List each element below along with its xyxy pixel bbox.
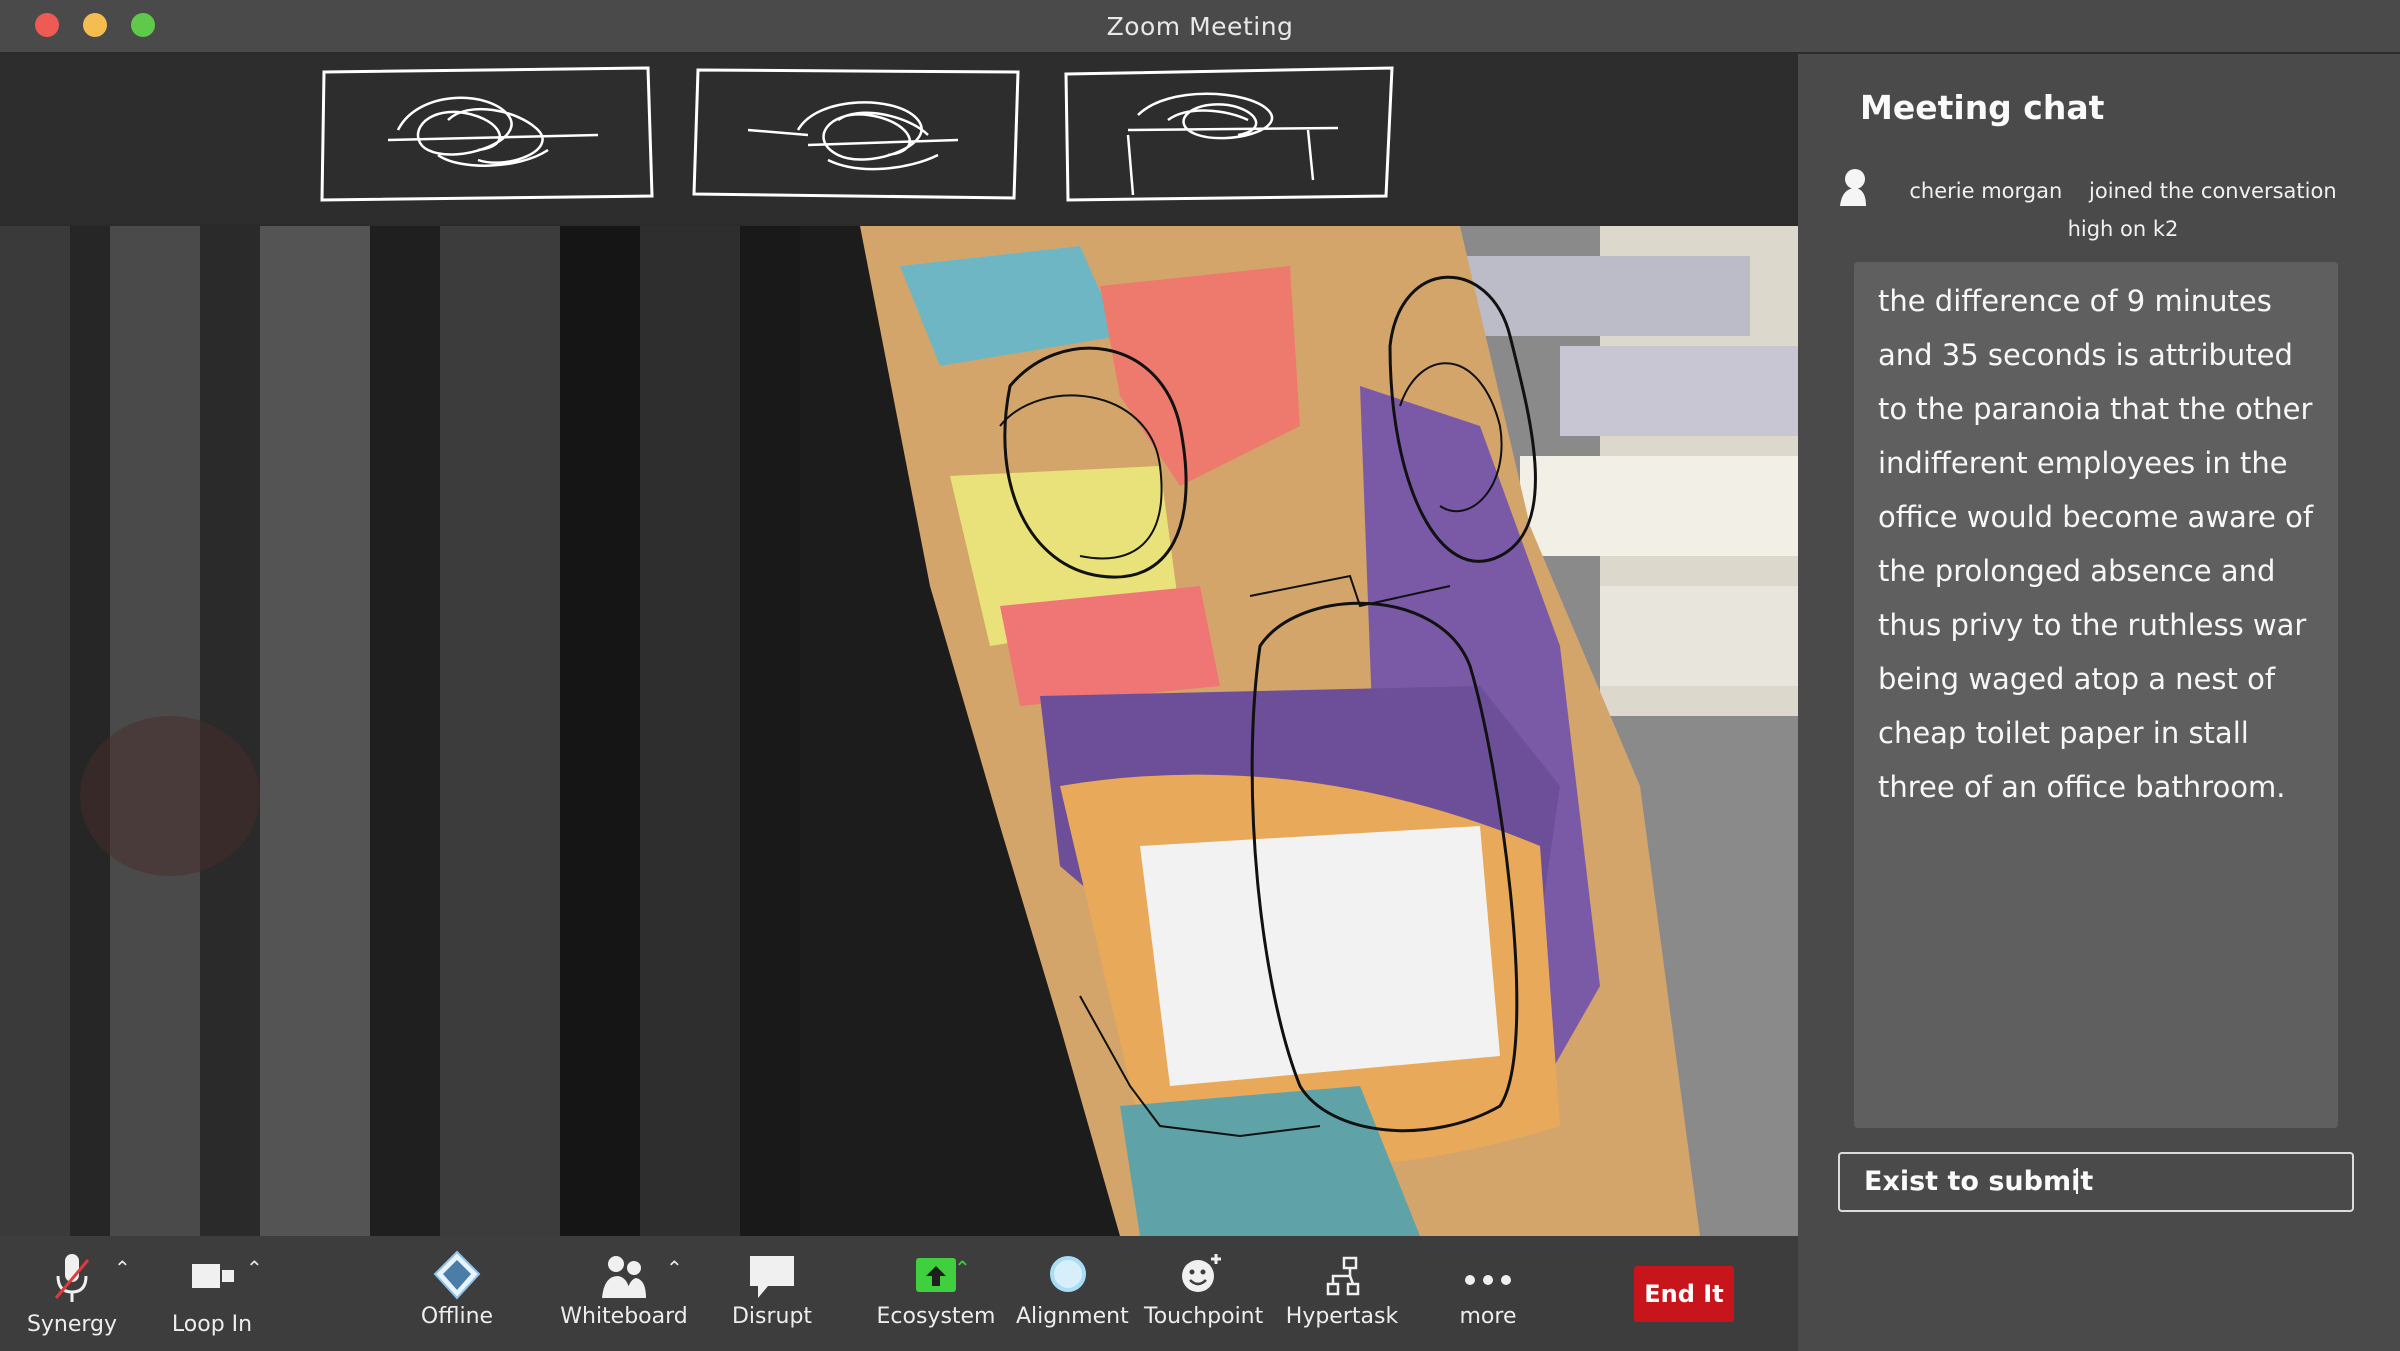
scribble-face-thumbnail-icon xyxy=(692,68,1020,200)
join-text: cherie morgan joined the conversation hi… xyxy=(1868,172,2378,248)
whiteboard-options-chevron-up-icon[interactable]: ⌃ xyxy=(666,1256,683,1280)
synergy-options-chevron-up-icon[interactable]: ⌃ xyxy=(114,1256,131,1280)
ecosystem-label: Ecosystem xyxy=(876,1304,996,1329)
join-user-name: cherie morgan xyxy=(1909,179,2063,203)
ecosystem-button[interactable]: Ecosystem xyxy=(876,1236,996,1351)
participant-thumbnail-3[interactable] xyxy=(1058,60,1398,205)
active-speaker-video[interactable] xyxy=(0,226,1798,1236)
title-bar: Zoom Meeting xyxy=(0,0,2400,54)
ecosystem-options-chevron-up-icon[interactable]: ⌃ xyxy=(954,1256,971,1280)
offline-label: Offline xyxy=(420,1304,494,1329)
loop-in-label: Loop In xyxy=(171,1312,253,1337)
painted-scream-face-image xyxy=(0,226,1798,1236)
join-action: joined the conversation xyxy=(2089,179,2337,203)
chat-message-box: the difference of 9 minutes and 35 secon… xyxy=(1854,262,2338,1128)
more-label: more xyxy=(1459,1304,1517,1329)
hierarchy-icon xyxy=(1314,1248,1370,1304)
offline-button[interactable]: Offline xyxy=(405,1236,509,1351)
participant-thumbnail-2[interactable] xyxy=(688,60,1028,205)
hypertask-button[interactable]: Hypertask xyxy=(1280,1236,1404,1351)
participant-thumbnail-1[interactable] xyxy=(318,60,658,205)
synergy-button[interactable]: Synergy xyxy=(20,1236,124,1351)
whiteboard-button[interactable]: Whiteboard xyxy=(560,1236,688,1351)
meeting-chat-panel: Meeting chat cherie morgan joined the co… xyxy=(1798,54,2400,1351)
disrupt-label: Disrupt xyxy=(731,1304,813,1329)
touchpoint-label: Touchpoint xyxy=(1144,1304,1264,1329)
loop-in-button[interactable]: Loop In xyxy=(160,1236,264,1351)
disrupt-button[interactable]: Disrupt xyxy=(722,1236,822,1351)
muted-microphone-icon xyxy=(44,1248,100,1304)
alignment-label: Alignment xyxy=(1016,1304,1129,1329)
speech-bubble-icon xyxy=(744,1248,800,1304)
hypertask-label: Hypertask xyxy=(1285,1304,1399,1329)
video-camera-icon xyxy=(184,1248,240,1304)
participants-icon xyxy=(596,1248,652,1304)
add-reaction-icon xyxy=(1172,1248,1228,1304)
meeting-toolbar: Synergy ⌃ Loop In ⌃ Offline Whiteboard ⌃… xyxy=(0,1236,1798,1351)
loop-in-options-chevron-up-icon[interactable]: ⌃ xyxy=(246,1256,263,1280)
user-joined-icon xyxy=(1840,169,1866,206)
more-dots-icon xyxy=(1460,1248,1516,1304)
scribble-face-thumbnail-icon xyxy=(320,66,654,202)
chat-title: Meeting chat xyxy=(1860,88,2105,127)
chat-input-field[interactable]: Exist to submit xyxy=(1838,1152,2354,1212)
chat-message-text: the difference of 9 minutes and 35 secon… xyxy=(1878,284,2314,804)
join-notification: cherie morgan joined the conversation hi… xyxy=(1836,166,2396,246)
text-caret xyxy=(2076,1168,2078,1194)
join-location: high on k2 xyxy=(2067,217,2179,241)
scribble-face-thumbnail-icon xyxy=(1064,66,1394,202)
video-area xyxy=(0,54,1798,1236)
alignment-bubble-icon xyxy=(1040,1248,1096,1304)
diamond-shield-icon xyxy=(429,1248,485,1304)
synergy-label: Synergy xyxy=(26,1312,118,1337)
alignment-button[interactable]: Alignment xyxy=(1016,1236,1129,1351)
window-title: Zoom Meeting xyxy=(1106,12,1294,41)
end-meeting-button[interactable]: End It xyxy=(1634,1266,1734,1322)
more-button[interactable]: more xyxy=(1438,1236,1538,1351)
whiteboard-label: Whiteboard xyxy=(560,1304,688,1329)
chat-input-value[interactable]: Exist to submit xyxy=(1864,1166,2093,1197)
participant-thumbnail-strip xyxy=(0,54,1798,224)
touchpoint-button[interactable]: Touchpoint xyxy=(1144,1236,1264,1351)
